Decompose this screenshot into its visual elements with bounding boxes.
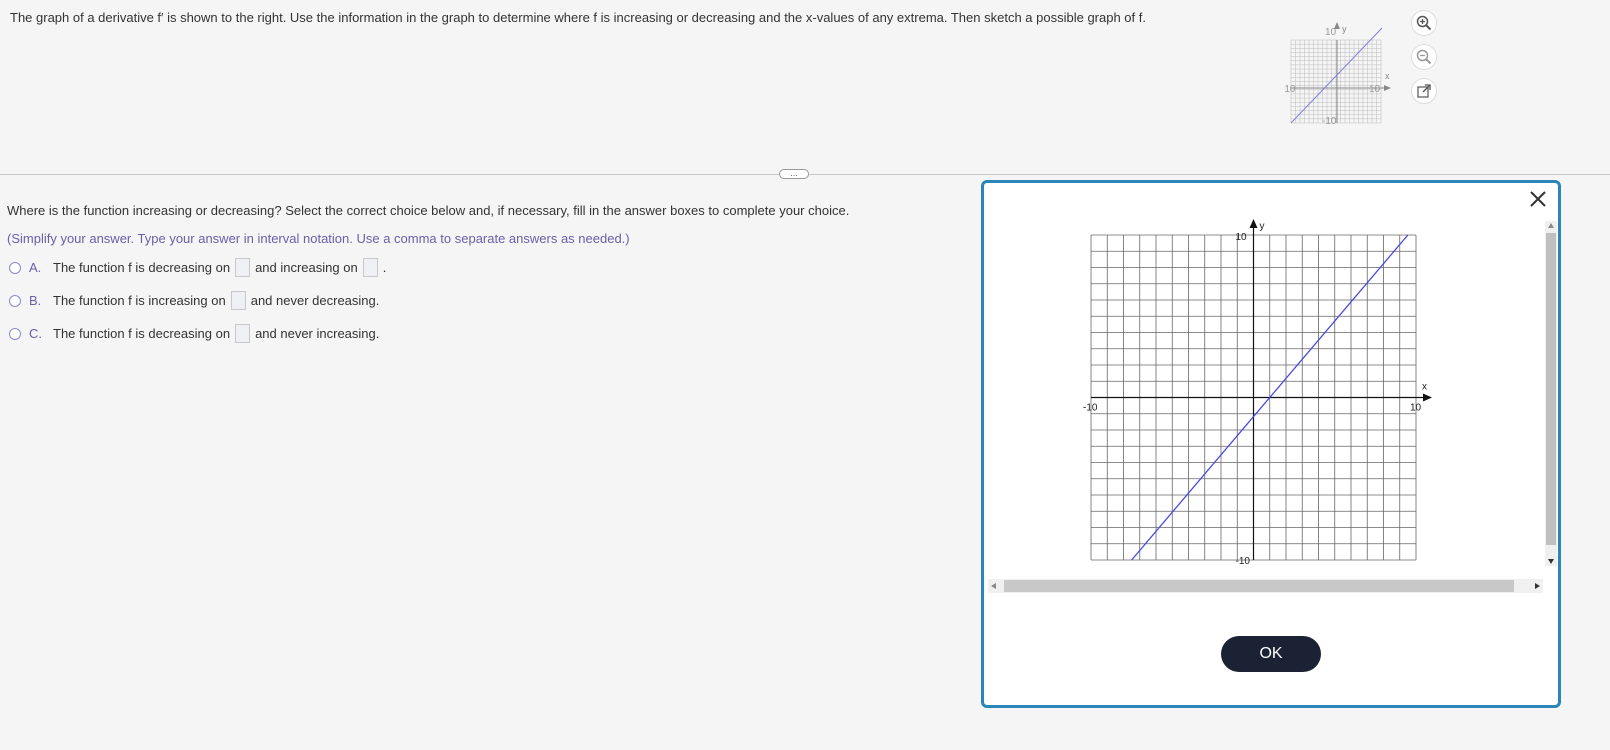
choice-a[interactable]: A. The function f is decreasing on and i… [9, 258, 386, 277]
choice-c-letter: C. [29, 326, 42, 341]
thumb-tick-top: 10 [1325, 27, 1337, 38]
graph-modal: y x 10 -10 -10 10 OK [981, 180, 1561, 708]
vertical-scrollbar[interactable] [1545, 221, 1557, 566]
choice-c-radio[interactable] [9, 327, 21, 340]
choice-a-answer-box-2[interactable] [362, 258, 378, 277]
zoom-in-button[interactable] [1411, 10, 1437, 36]
choice-b-text-1: The function f is increasing on [53, 293, 226, 308]
graph-thumbnail[interactable]: y x 10 -10 -10 10 [1281, 12, 1405, 127]
choice-c[interactable]: C. The function f is decreasing on and n… [9, 324, 379, 343]
y-axis-arrow [1249, 219, 1258, 228]
zoom-out-icon [1416, 49, 1432, 65]
scroll-left-icon[interactable] [988, 579, 1000, 593]
thumb-tick-bottom: -10 [1322, 116, 1337, 127]
x-axis-arrow [1423, 393, 1432, 402]
choice-a-text-2: and increasing on [255, 260, 358, 275]
graph-tools [1411, 10, 1441, 112]
scroll-right-icon[interactable] [1531, 579, 1543, 593]
choice-a-text-1: The function f is decreasing on [53, 260, 231, 275]
choice-c-answer-box[interactable] [235, 324, 251, 343]
popout-button[interactable] [1411, 78, 1437, 104]
close-button[interactable] [1528, 189, 1548, 209]
scroll-down-icon[interactable] [1545, 556, 1557, 566]
vertical-scroll-thumb[interactable] [1546, 233, 1556, 545]
problem-statement: The graph of a derivative f′ is shown to… [10, 10, 1146, 25]
popout-icon [1417, 84, 1431, 98]
question-prompt: Where is the function increasing or decr… [7, 203, 850, 218]
choice-a-radio[interactable] [9, 261, 21, 274]
tick-label-y-max: 10 [1236, 232, 1248, 243]
choice-a-answer-box-1[interactable] [235, 258, 251, 277]
divider-handle[interactable]: ... [779, 169, 809, 179]
zoom-out-button[interactable] [1411, 44, 1437, 70]
x-axis-label: x [1422, 382, 1427, 393]
choice-c-text-1: The function f is decreasing on [53, 326, 231, 341]
horizontal-scroll-thumb[interactable] [1004, 580, 1514, 592]
tick-label-x-min: -10 [1083, 403, 1098, 414]
scroll-up-icon[interactable] [1545, 221, 1557, 231]
choice-b-letter: B. [29, 293, 42, 308]
tick-label-x-max: 10 [1410, 403, 1422, 414]
choice-b-answer-box[interactable] [230, 291, 246, 310]
close-icon [1530, 191, 1546, 207]
choice-b-text-2: and never decreasing. [250, 293, 380, 308]
thumb-tick-left: -10 [1285, 84, 1296, 95]
thumb-tick-right: 10 [1369, 84, 1381, 95]
thumb-x-arrow [1384, 85, 1391, 91]
choice-a-letter: A. [29, 260, 42, 275]
y-axis-label: y [1260, 221, 1265, 232]
thumbnail-graph[interactable]: y x 10 -10 -10 10 [1281, 12, 1405, 127]
horizontal-scrollbar[interactable] [988, 579, 1543, 593]
choice-a-text-3: . [382, 260, 387, 275]
tick-label-y-min: -10 [1236, 556, 1251, 567]
thumb-y-label: y [1342, 24, 1347, 34]
zoom-in-icon [1416, 15, 1432, 31]
question-hint: (Simplify your answer. Type your answer … [7, 231, 630, 246]
choice-b[interactable]: B. The function f is increasing on and n… [9, 291, 379, 310]
derivative-graph: yx10-10-10 10 [1083, 219, 1432, 567]
choice-c-text-2: and never increasing. [255, 326, 380, 341]
ok-button[interactable]: OK [1221, 636, 1321, 672]
choice-b-radio[interactable] [9, 294, 21, 307]
thumb-x-label: x [1385, 71, 1390, 81]
